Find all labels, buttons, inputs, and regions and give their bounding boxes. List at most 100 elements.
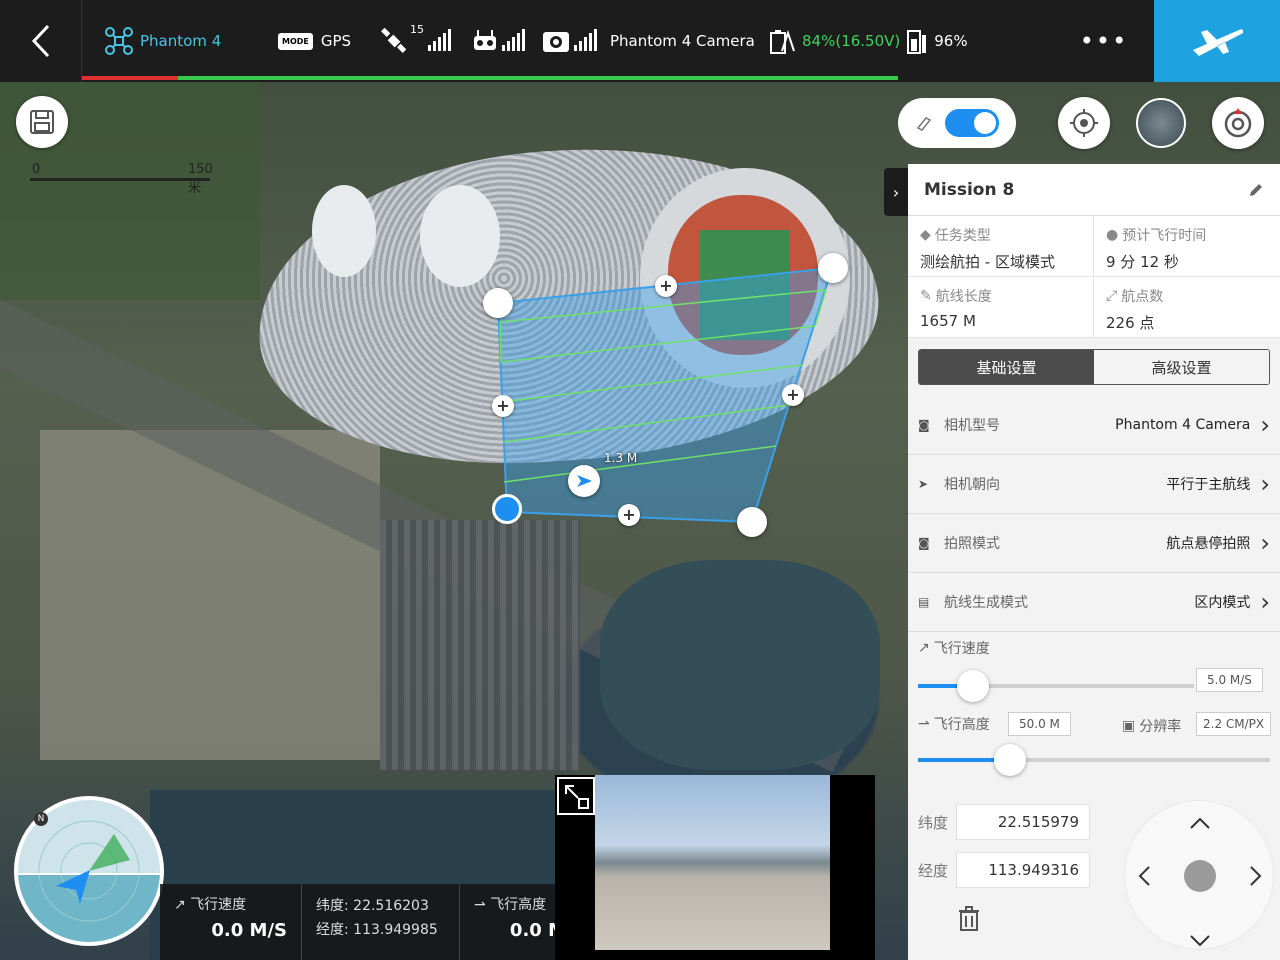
remote-battery-icon bbox=[907, 30, 927, 54]
chevron-right-icon: › bbox=[1260, 411, 1270, 439]
drone-status[interactable]: Phantom 4 bbox=[104, 0, 221, 82]
edit-icon[interactable] bbox=[1248, 182, 1264, 198]
setting-value: 航点悬停拍照 bbox=[1166, 536, 1251, 552]
nudge-right-button[interactable] bbox=[1249, 865, 1263, 892]
chevron-right-icon: › bbox=[1260, 529, 1270, 557]
drone-icon bbox=[105, 27, 133, 55]
longitude-input[interactable]: 113.949316 bbox=[956, 852, 1090, 888]
speed-icon: ↗ bbox=[918, 640, 930, 656]
nudge-down-button[interactable] bbox=[1189, 927, 1211, 953]
mode-badge: MODE bbox=[278, 32, 313, 50]
setting-shoot-mode[interactable]: ◙ 拍照模式 航点悬停拍照 › bbox=[908, 514, 1280, 573]
add-point-handle[interactable]: + bbox=[492, 395, 514, 417]
mode-label: GPS bbox=[320, 32, 352, 50]
map-layer-toggle[interactable] bbox=[898, 98, 1016, 148]
satellite-count: 15 bbox=[410, 22, 424, 36]
altitude-label: 飞行高度 bbox=[933, 717, 990, 733]
toggle-switch[interactable] bbox=[944, 109, 999, 137]
resolution-value: 2.2 CM/PX bbox=[1196, 712, 1272, 736]
chevron-right-icon: › bbox=[1260, 470, 1270, 498]
gps-signal[interactable]: 15 bbox=[380, 0, 451, 82]
altitude-icon: ⇀ bbox=[918, 716, 930, 732]
speed-slider[interactable] bbox=[918, 670, 1194, 702]
camera-feed bbox=[595, 775, 830, 950]
info-task-type: ◆ 任务类型 测绘航拍 - 区域模式 bbox=[908, 216, 1094, 277]
telemetry-position: 纬度: 22.516203 经度: 113.949985 bbox=[302, 884, 460, 960]
back-button[interactable] bbox=[0, 0, 82, 82]
panel-collapse-button[interactable]: › bbox=[884, 168, 908, 216]
route-mode-icon: ▤ bbox=[918, 595, 930, 609]
longitude-row: 经度 113.949316 bbox=[918, 852, 1090, 888]
takeoff-button[interactable] bbox=[1154, 0, 1280, 82]
setting-route-mode[interactable]: ▤ 航线生成模式 区内模式 › bbox=[908, 573, 1280, 632]
altitude-slider[interactable] bbox=[918, 744, 1270, 776]
camera-preview[interactable] bbox=[555, 775, 875, 960]
info-label: 航点数 bbox=[1121, 289, 1164, 305]
camera-icon: ◙ bbox=[918, 418, 930, 432]
status-line-warning bbox=[82, 76, 178, 80]
nudge-center-button[interactable] bbox=[1184, 860, 1216, 892]
tab-basic-settings[interactable]: 基础设置 bbox=[919, 350, 1094, 384]
compass-button[interactable] bbox=[1212, 97, 1264, 149]
back-icon bbox=[31, 24, 49, 58]
nudge-left-button[interactable] bbox=[1137, 865, 1151, 892]
latitude-input[interactable]: 22.515979 bbox=[956, 804, 1090, 840]
altitude-value[interactable]: 50.0 M bbox=[1008, 712, 1071, 736]
info-label: 航线长度 bbox=[935, 289, 992, 305]
resolution-icon: ▣ bbox=[1122, 718, 1136, 734]
save-icon bbox=[30, 110, 54, 134]
info-value: 测绘航拍 - 区域模式 bbox=[920, 253, 1055, 271]
pencil-icon: ✎ bbox=[920, 288, 932, 304]
setting-camera-model[interactable]: ◙ 相机型号 Phantom 4 Camera › bbox=[908, 396, 1280, 455]
add-point-handle[interactable]: + bbox=[655, 275, 677, 297]
info-value: 1657 M bbox=[920, 312, 976, 330]
info-flight-time: ● 预计飞行时间 9 分 12 秒 bbox=[1094, 216, 1280, 277]
altitude-setting: ⇀ 飞行高度 50.0 M ▣ 分辨率 2.2 CM/PX bbox=[908, 708, 1280, 780]
locate-button[interactable] bbox=[1058, 97, 1110, 149]
clock-icon: ● bbox=[1106, 227, 1119, 243]
save-button[interactable] bbox=[16, 96, 68, 148]
speed-slider-thumb[interactable] bbox=[957, 670, 990, 702]
corner-handle[interactable] bbox=[737, 507, 767, 537]
scale-line bbox=[30, 178, 210, 181]
altitude-slider-thumb[interactable] bbox=[993, 744, 1026, 776]
satellite-icon bbox=[381, 27, 407, 53]
altitude-icon: ⇀ bbox=[474, 897, 491, 913]
trash-icon bbox=[959, 906, 979, 931]
add-point-handle[interactable]: + bbox=[618, 504, 640, 526]
battery-status[interactable]: 84%(16.50V) 96% bbox=[768, 0, 968, 82]
corner-handle[interactable] bbox=[818, 253, 848, 283]
telemetry-altitude-label: 飞行高度 bbox=[490, 897, 547, 913]
remote-signal[interactable] bbox=[472, 0, 525, 82]
setting-camera-heading[interactable]: ➤ 相机朝向 平行于主航线 › bbox=[908, 455, 1280, 514]
expand-preview-button[interactable] bbox=[557, 777, 595, 815]
tab-advanced-settings[interactable]: 高级设置 bbox=[1094, 350, 1269, 384]
north-indicator: N bbox=[34, 812, 48, 826]
layer-icon bbox=[916, 117, 931, 131]
resolution-label: 分辨率 bbox=[1139, 719, 1182, 735]
telemetry-altitude-value: 0.0 M bbox=[509, 920, 566, 941]
corner-handle[interactable] bbox=[483, 288, 513, 318]
camera-signal[interactable] bbox=[542, 0, 597, 82]
setting-value: 平行于主航线 bbox=[1166, 477, 1251, 493]
map-type-thumbnail[interactable] bbox=[1136, 98, 1186, 148]
mission-title: Mission 8 bbox=[924, 179, 1015, 200]
aircraft-icon bbox=[568, 465, 600, 497]
shield-icon: ◆ bbox=[920, 227, 931, 243]
add-point-handle[interactable]: + bbox=[782, 384, 804, 406]
telemetry-speed-label: 飞行速度 bbox=[190, 897, 247, 913]
setting-value: 区内模式 bbox=[1194, 595, 1251, 611]
home-distance-label: 1.3 M bbox=[604, 451, 638, 465]
flight-mode[interactable]: MODE GPS bbox=[278, 0, 351, 82]
camera-name-label: Phantom 4 Camera bbox=[610, 32, 755, 50]
nudge-up-button[interactable] bbox=[1189, 809, 1211, 835]
setting-value: Phantom 4 Camera bbox=[1115, 417, 1251, 433]
more-button[interactable]: ••• bbox=[1078, 0, 1130, 82]
battery-icon bbox=[770, 29, 795, 54]
route-icon: ⤢ bbox=[1106, 288, 1118, 304]
latitude-row: 纬度 22.515979 bbox=[918, 804, 1090, 840]
drone-name: Phantom 4 bbox=[140, 32, 222, 50]
start-point-handle[interactable] bbox=[492, 494, 522, 524]
speed-value[interactable]: 5.0 M/S bbox=[1196, 668, 1263, 692]
delete-button[interactable] bbox=[958, 906, 980, 938]
